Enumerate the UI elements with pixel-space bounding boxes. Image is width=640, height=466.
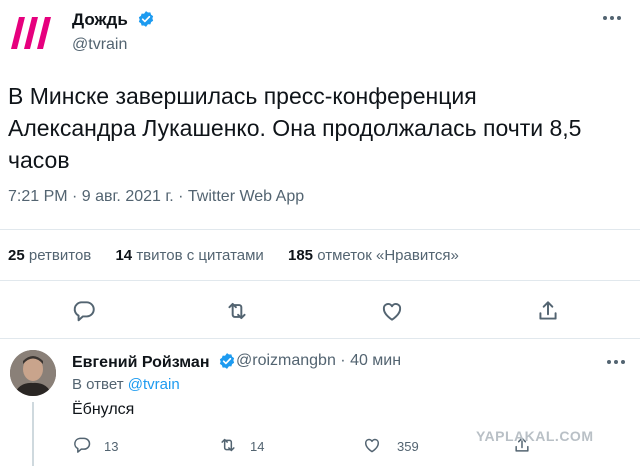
tweet-stats: 25 ретвитов 14 твитов с цитатами 185 отм… bbox=[8, 247, 479, 264]
reply-author-name-row[interactable]: Евгений Ройзман bbox=[72, 352, 236, 372]
verified-badge-icon bbox=[219, 353, 235, 369]
more-options-icon[interactable] bbox=[606, 358, 626, 366]
reply-to-line: В ответ @tvrain bbox=[72, 376, 180, 393]
divider bbox=[0, 338, 640, 339]
like-icon[interactable] bbox=[362, 435, 382, 455]
verified-badge-icon bbox=[138, 11, 153, 27]
more-options-icon[interactable] bbox=[602, 14, 622, 22]
watermark: YAPLAKAL.COM bbox=[476, 428, 594, 444]
reply-author-handle[interactable]: @roizmangbn · 40 мин bbox=[236, 352, 401, 370]
share-icon[interactable] bbox=[535, 298, 561, 324]
retweets-label: ретвитов bbox=[28, 247, 92, 264]
divider bbox=[0, 280, 640, 281]
thread-line bbox=[32, 402, 34, 466]
quotes-stat[interactable]: 14 твитов с цитатами bbox=[115, 247, 263, 264]
author-handle[interactable]: @tvrain bbox=[72, 36, 127, 54]
tvrain-avatar[interactable] bbox=[4, 6, 58, 60]
likes-stat[interactable]: 185 отметок «Нравится» bbox=[288, 247, 459, 264]
reply-to-mention[interactable]: @tvrain bbox=[128, 376, 180, 393]
reply-author-name[interactable]: Евгений Ройзман bbox=[72, 354, 209, 371]
reply-to-prefix: В ответ bbox=[72, 376, 124, 393]
author-name-row[interactable]: Дождь bbox=[72, 10, 155, 30]
retweet-count: 14 bbox=[250, 439, 265, 454]
likes-count: 185 bbox=[287, 247, 314, 264]
retweet-icon[interactable] bbox=[224, 298, 250, 324]
retweets-count: 25 bbox=[8, 247, 25, 264]
tweet-text: В Минске завершилась пресс-конференция А… bbox=[8, 83, 582, 173]
reply-text: Ёбнулся bbox=[72, 401, 135, 418]
tweet-timestamp[interactable]: 7:21 PM · 9 авг. 2021 г. · Twitter Web A… bbox=[8, 188, 304, 206]
like-icon[interactable] bbox=[379, 298, 405, 324]
reply-icon[interactable] bbox=[71, 298, 97, 324]
reply-count: 13 bbox=[104, 439, 119, 454]
quotes-label: твитов с цитатами bbox=[136, 247, 264, 264]
retweet-icon[interactable] bbox=[218, 435, 238, 455]
reply-author-avatar[interactable] bbox=[10, 350, 56, 396]
divider bbox=[0, 229, 640, 230]
author-name[interactable]: Дождь bbox=[72, 10, 128, 29]
tvrain-logo-icon bbox=[11, 17, 51, 49]
likes-label: отметок «Нравится» bbox=[317, 247, 459, 264]
like-count: 359 bbox=[397, 439, 419, 454]
retweets-stat[interactable]: 25 ретвитов bbox=[8, 247, 91, 264]
avatar-photo bbox=[10, 350, 56, 396]
quotes-count: 14 bbox=[115, 247, 133, 264]
reply-icon[interactable] bbox=[72, 435, 92, 455]
